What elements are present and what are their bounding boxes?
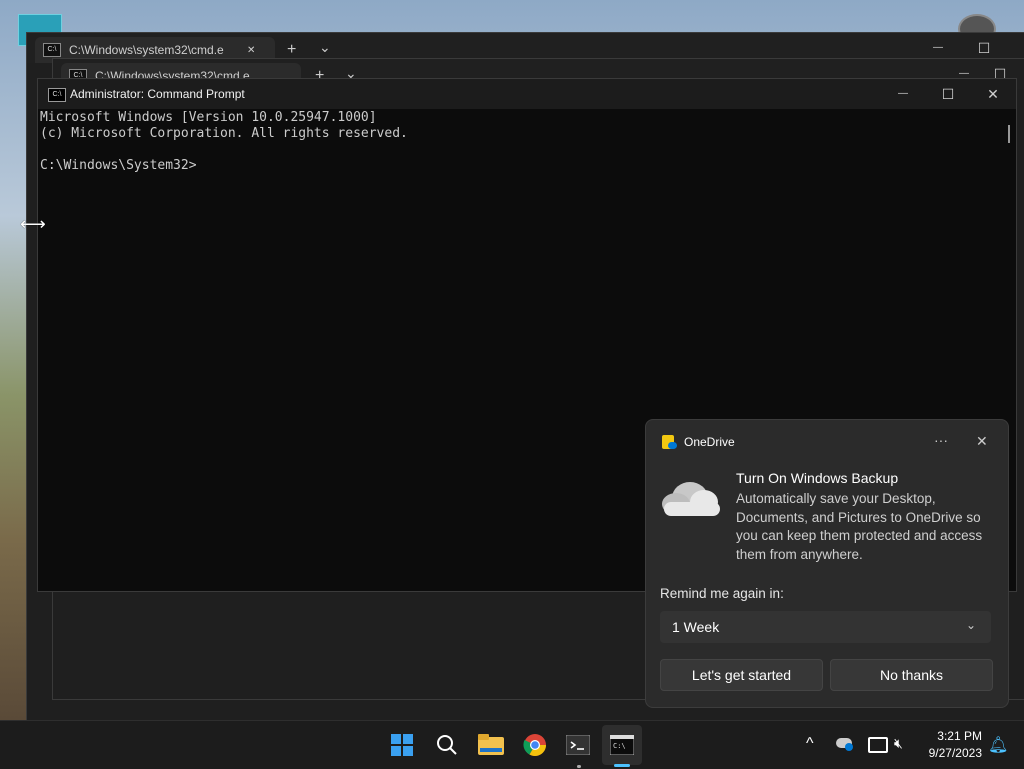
file-explorer-icon[interactable] bbox=[471, 725, 511, 765]
tab-dropdown-button[interactable]: ⌄ bbox=[319, 39, 331, 56]
onedrive-badge-icon bbox=[668, 442, 677, 449]
network-icon[interactable] bbox=[868, 737, 888, 753]
start-icon[interactable] bbox=[382, 725, 422, 765]
notification-bell-icon[interactable]: 🔔︎ bbox=[988, 735, 1008, 755]
close-tab-icon[interactable]: ✕ bbox=[247, 45, 255, 56]
resize-cursor-icon: ⟷ bbox=[20, 214, 46, 234]
more-options-button[interactable]: ··· bbox=[934, 432, 948, 448]
notification-body: Automatically save your Desktop, Documen… bbox=[736, 491, 983, 562]
cmd-icon: C:\ bbox=[48, 88, 66, 102]
cloud-icon bbox=[662, 482, 720, 516]
active-indicator bbox=[614, 764, 630, 767]
lets-get-started-button[interactable]: Let's get started bbox=[660, 659, 823, 691]
console-line: Microsoft Windows [Version 10.0.25947.10… bbox=[40, 110, 377, 125]
window-title: Administrator: Command Prompt bbox=[70, 87, 245, 101]
remind-select-value: 1 Week bbox=[672, 619, 720, 635]
chrome-icon[interactable] bbox=[515, 725, 555, 765]
taskbar: C:\ ^ 🔇︎ 3:21 PM 9/27/2023 🔔︎ bbox=[0, 720, 1024, 769]
console-output[interactable]: Microsoft Windows [Version 10.0.25947.10… bbox=[40, 110, 408, 174]
scrollbar-thumb[interactable] bbox=[1008, 125, 1010, 143]
remind-label: Remind me again in: bbox=[660, 586, 784, 601]
no-thanks-button[interactable]: No thanks bbox=[830, 659, 993, 691]
title-bar[interactable]: C:\ Administrator: Command Prompt — ☐ ✕ bbox=[38, 79, 1016, 109]
new-tab-button[interactable]: + bbox=[287, 41, 296, 59]
cmd-icon: C:\ bbox=[43, 43, 61, 57]
svg-text:C:\: C:\ bbox=[613, 742, 626, 750]
console-prompt: C:\Windows\System32> bbox=[40, 158, 197, 173]
terminal-icon[interactable] bbox=[558, 725, 598, 765]
clock-date[interactable]: 9/27/2023 bbox=[918, 746, 982, 760]
chevron-down-icon: ⌄ bbox=[966, 618, 977, 632]
maximize-button[interactable]: ☐ bbox=[925, 79, 971, 109]
command-prompt-icon[interactable]: C:\ bbox=[602, 725, 642, 765]
close-notification-button[interactable]: ✕ bbox=[976, 433, 988, 450]
minimize-button[interactable]: — bbox=[880, 79, 926, 109]
show-hidden-icons-button[interactable]: ^ bbox=[806, 735, 814, 753]
clock-time[interactable]: 3:21 PM bbox=[920, 729, 982, 743]
search-icon[interactable] bbox=[427, 725, 467, 765]
onedrive-tray-badge-icon bbox=[845, 743, 853, 751]
volume-muted-icon[interactable]: 🔇︎ bbox=[894, 735, 903, 752]
onedrive-notification[interactable]: OneDrive ··· ✕ Turn On Windows Backup Au… bbox=[645, 419, 1009, 708]
close-button[interactable]: ✕ bbox=[970, 79, 1016, 109]
remind-select[interactable]: 1 Week ⌄ bbox=[660, 611, 991, 643]
console-line: (c) Microsoft Corporation. All rights re… bbox=[40, 126, 408, 141]
notification-heading: Turn On Windows Backup bbox=[736, 470, 899, 486]
tab-label: C:\Windows\system32\cmd.e bbox=[69, 43, 224, 57]
app-name: OneDrive bbox=[684, 435, 735, 449]
